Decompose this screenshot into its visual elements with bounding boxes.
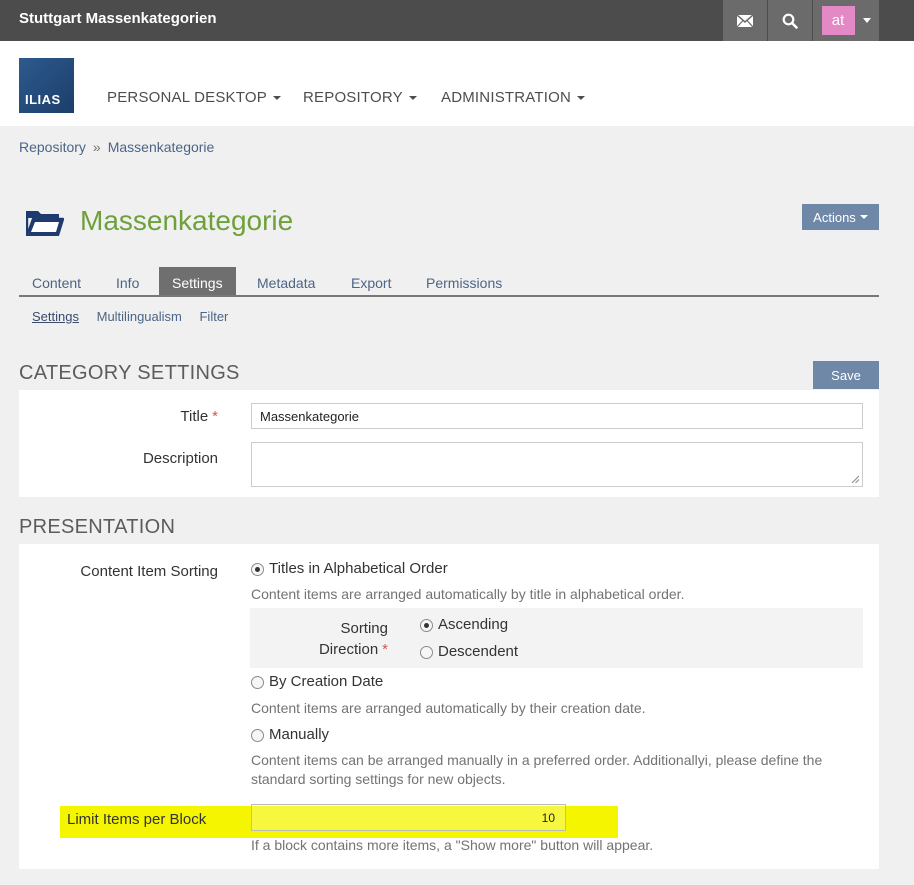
subtab-bar: Settings Multilingualism Filter (32, 309, 242, 324)
nav-repository[interactable]: REPOSITORY (303, 89, 417, 106)
option-alphabetical-label: Titles in Alphabetical Order (269, 560, 448, 577)
required-mark: * (212, 408, 218, 425)
radio-manually[interactable] (251, 729, 264, 742)
title-label: Title * (180, 408, 218, 425)
description-textarea[interactable] (251, 442, 863, 487)
chevron-down-icon (862, 18, 871, 23)
radio-ascending[interactable] (420, 619, 433, 632)
user-menu-button[interactable]: at (813, 0, 879, 41)
subtab-filter[interactable]: Filter (199, 309, 228, 324)
avatar: at (821, 6, 855, 35)
sorting-direction-label: Sorting Direction * (318, 620, 388, 658)
header: ILIAS PERSONAL DESKTOP REPOSITORY ADMINI… (0, 41, 914, 126)
save-button[interactable]: Save (813, 361, 879, 389)
limit-items-label: Limit Items per Block (67, 811, 207, 828)
installation-title: Stuttgart Massenkategorien (19, 10, 217, 27)
actions-button[interactable]: Actions (802, 204, 879, 230)
content-sorting-label: Content Item Sorting (80, 563, 218, 580)
option-creation-date-label: By Creation Date (269, 673, 384, 690)
descendent-label: Descendent (438, 643, 519, 660)
breadcrumb: Repository » Massenkategorie (19, 139, 214, 155)
page-title: Massenkategorie (80, 205, 294, 236)
tab-settings[interactable]: Settings (159, 267, 236, 295)
logo-text: ILIAS (25, 92, 61, 107)
description-label: Description (142, 450, 218, 467)
caret-down-icon (577, 96, 586, 101)
title-input[interactable]: Massenkategorie (251, 403, 863, 429)
option-creation-date-help: Content items are arranged automatically… (251, 700, 646, 716)
subtab-settings[interactable]: Settings (32, 309, 79, 324)
folder-icon (26, 211, 64, 236)
caret-down-icon (859, 215, 868, 219)
breadcrumb-massenkategorie[interactable]: Massenkategorie (108, 139, 215, 155)
subtab-multilingualism[interactable]: Multilingualism (97, 309, 182, 324)
resize-handle-icon[interactable] (851, 475, 860, 484)
presentation-heading: PRESENTATION (19, 516, 176, 538)
radio-alphabetical[interactable] (251, 563, 264, 576)
tab-export[interactable]: Export (338, 267, 404, 295)
radio-descendent[interactable] (420, 646, 433, 659)
top-bar: Stuttgart Massenkategorien at (0, 0, 914, 41)
option-alphabetical-help: Content items are arranged automatically… (251, 586, 685, 602)
tab-permissions[interactable]: Permissions (413, 267, 515, 295)
nav-personal-desktop[interactable]: PERSONAL DESKTOP (107, 89, 281, 106)
breadcrumb-repository[interactable]: Repository (19, 139, 86, 155)
caret-down-icon (408, 96, 417, 101)
mail-button[interactable] (723, 0, 767, 41)
radio-creation-date[interactable] (251, 676, 264, 689)
breadcrumb-separator: » (92, 139, 101, 155)
tab-metadata[interactable]: Metadata (244, 267, 328, 295)
tab-content[interactable]: Content (19, 267, 94, 295)
option-manually-help: Content items can be arranged manually i… (251, 752, 823, 787)
search-button[interactable] (768, 0, 812, 41)
tab-bar: Content Info Settings Metadata Export Pe… (19, 267, 879, 297)
ascending-label: Ascending (438, 616, 509, 633)
limit-items-help: If a block contains more items, a "Show … (251, 837, 654, 853)
envelope-icon (737, 14, 753, 27)
search-icon (782, 13, 798, 29)
limit-items-input[interactable]: 10 (251, 804, 566, 831)
ilias-logo[interactable]: ILIAS (19, 58, 74, 113)
caret-down-icon (272, 96, 281, 101)
option-manually-label: Manually (269, 726, 330, 743)
tab-info[interactable]: Info (103, 267, 152, 295)
required-mark: * (382, 641, 388, 658)
nav-administration[interactable]: ADMINISTRATION (441, 89, 586, 106)
category-settings-heading: CATEGORY SETTINGS (19, 362, 240, 384)
